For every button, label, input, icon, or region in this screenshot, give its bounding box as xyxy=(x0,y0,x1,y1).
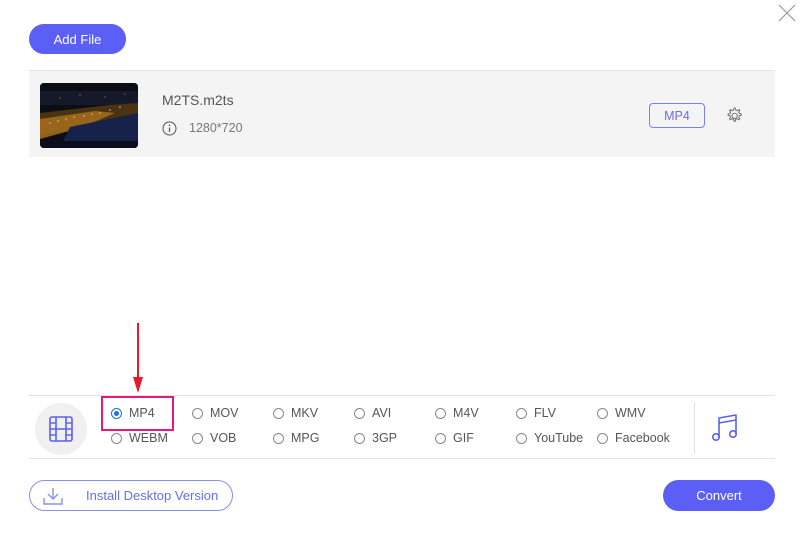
radio[interactable] xyxy=(354,407,365,419)
film-icon xyxy=(49,416,73,442)
radio[interactable] xyxy=(354,432,365,444)
add-file-button[interactable]: Add File xyxy=(29,24,126,54)
radio[interactable] xyxy=(273,432,284,444)
radio[interactable] xyxy=(597,407,608,419)
format-option-avi[interactable]: AVI xyxy=(354,405,391,421)
close-icon xyxy=(778,4,796,22)
file-name: M2TS.m2ts xyxy=(162,92,234,108)
radio[interactable] xyxy=(597,432,608,444)
radio[interactable] xyxy=(516,407,527,419)
radio[interactable] xyxy=(273,407,284,419)
annotation-arrow xyxy=(133,323,143,393)
format-option-mov[interactable]: MOV xyxy=(192,405,238,421)
format-option-3gp[interactable]: 3GP xyxy=(354,430,397,446)
radio[interactable] xyxy=(435,432,446,444)
radio[interactable] xyxy=(192,407,203,419)
radio-selected[interactable] xyxy=(111,407,122,419)
convert-button[interactable]: Convert xyxy=(663,480,775,511)
file-resolution: 1280*720 xyxy=(189,121,243,135)
close-button[interactable] xyxy=(776,2,798,24)
format-panel: MP4 MOV MKV AVI M4V FLV WMV WEBM VOB MPG… xyxy=(29,395,775,459)
radio[interactable] xyxy=(435,407,446,419)
format-option-gif[interactable]: GIF xyxy=(435,430,474,446)
music-note-icon[interactable] xyxy=(709,410,741,444)
file-item: M2TS.m2ts 1280*720 MP4 xyxy=(29,70,775,157)
install-label: Install Desktop Version xyxy=(86,488,219,503)
format-option-m4v[interactable]: M4V xyxy=(435,405,479,421)
radio[interactable] xyxy=(111,432,122,444)
format-option-mp4[interactable]: MP4 xyxy=(111,405,155,421)
download-icon xyxy=(43,487,63,505)
format-option-mkv[interactable]: MKV xyxy=(273,405,318,421)
format-option-wmv[interactable]: WMV xyxy=(597,405,646,421)
format-option-youtube[interactable]: YouTube xyxy=(516,430,583,446)
video-format-tab[interactable] xyxy=(35,403,87,455)
output-format-button[interactable]: MP4 xyxy=(649,103,705,128)
info-icon[interactable] xyxy=(162,121,177,136)
radio[interactable] xyxy=(192,432,203,444)
format-option-webm[interactable]: WEBM xyxy=(111,430,168,446)
divider xyxy=(694,402,695,454)
gear-icon[interactable] xyxy=(724,106,744,126)
format-option-vob[interactable]: VOB xyxy=(192,430,236,446)
radio[interactable] xyxy=(516,432,527,444)
install-desktop-button[interactable]: Install Desktop Version xyxy=(29,480,233,511)
format-option-flv[interactable]: FLV xyxy=(516,405,556,421)
format-option-facebook[interactable]: Facebook xyxy=(597,430,670,446)
video-thumbnail xyxy=(40,83,138,148)
format-option-mpg[interactable]: MPG xyxy=(273,430,319,446)
